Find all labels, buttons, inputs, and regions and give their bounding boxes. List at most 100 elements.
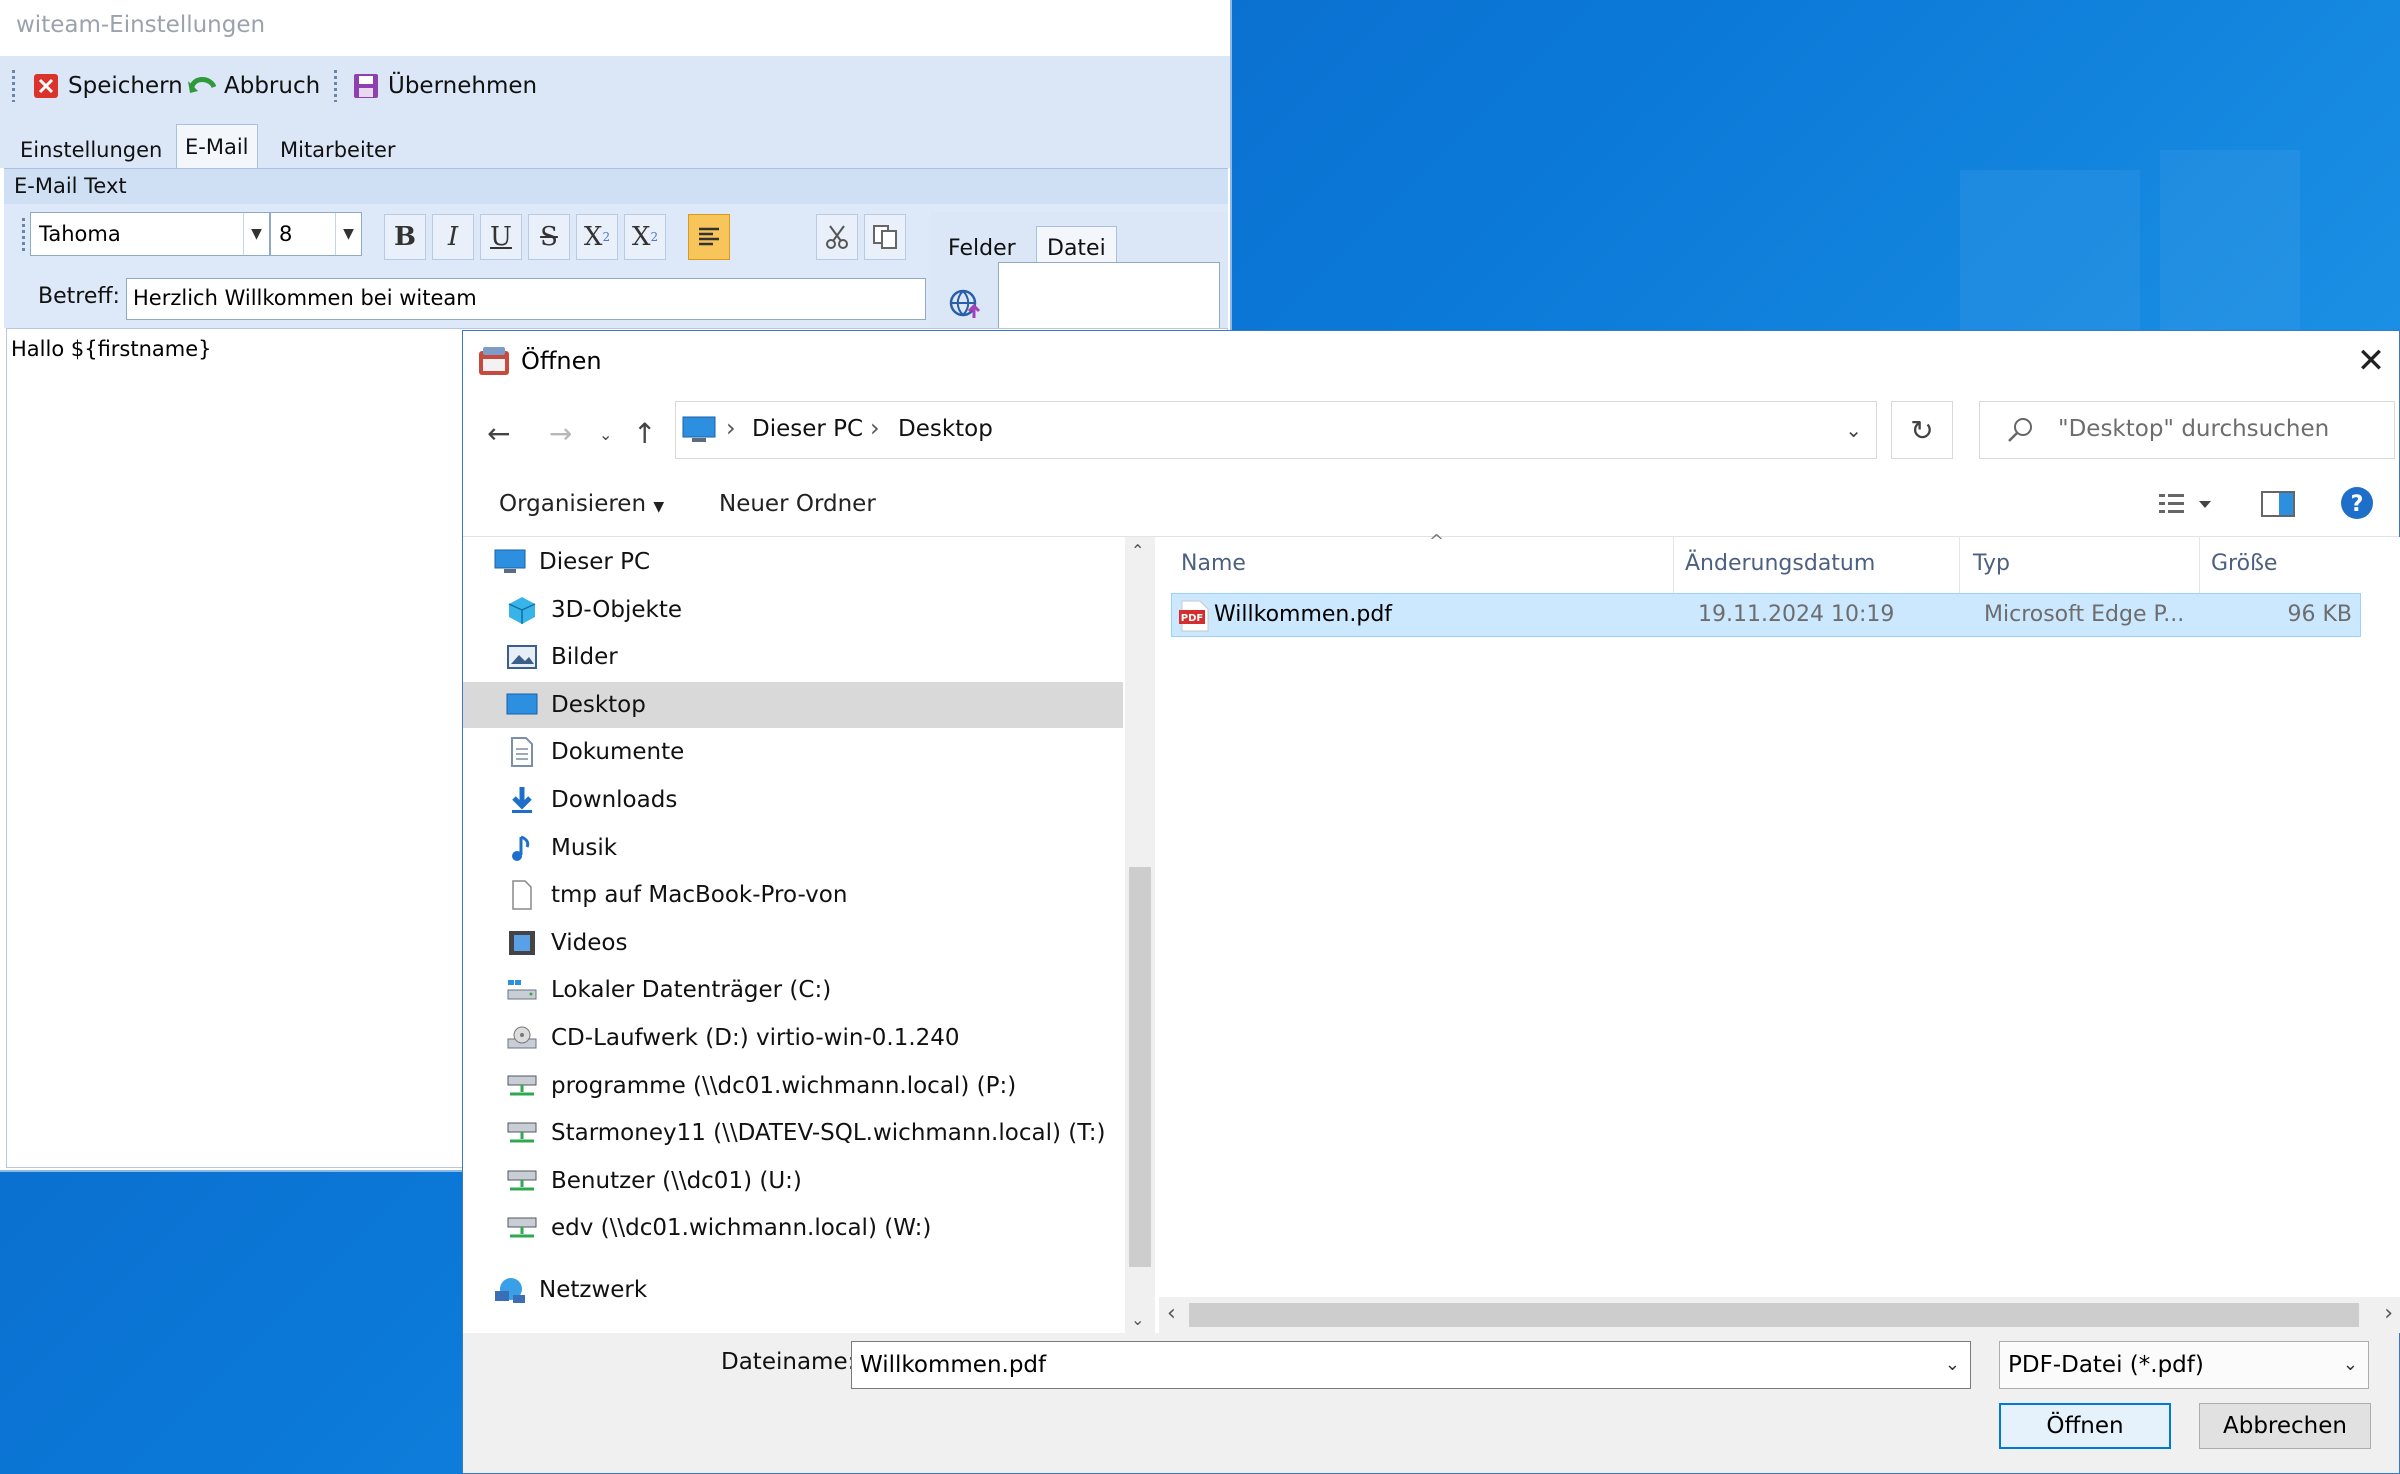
column-header-type[interactable]: Typ <box>1973 551 2010 576</box>
underline-label: U <box>490 222 512 252</box>
window-title: witeam-Einstellungen <box>16 12 266 38</box>
column-divider[interactable] <box>2199 537 2200 595</box>
cancel-button[interactable]: Abbruch <box>188 68 320 104</box>
preview-pane-icon[interactable] <box>2261 489 2295 523</box>
dropdown-triangle-icon: ▼ <box>653 499 665 515</box>
tree-item[interactable]: Bilder <box>463 634 1123 680</box>
tree-item[interactable]: tmp auf MacBook-Pro-von <box>463 872 1123 918</box>
breadcrumb-desktop[interactable]: Desktop <box>898 416 993 442</box>
videos-icon <box>505 928 539 958</box>
subscript-button[interactable]: X2 <box>576 214 618 260</box>
svg-text:PDF: PDF <box>1181 613 1203 624</box>
tree-item[interactable]: programme (\\dc01.wichmann.local) (P:) <box>463 1063 1123 1109</box>
column-header-name[interactable]: Name <box>1181 551 1246 576</box>
font-family-select[interactable]: Tahoma ▼ <box>30 212 270 256</box>
filetype-select[interactable]: PDF-Datei (*.pdf) ⌄ <box>1999 1341 2369 1389</box>
strikethrough-label: S <box>540 222 558 252</box>
tree-scrollbar-thumb[interactable] <box>1129 867 1151 1267</box>
file-size: 96 KB <box>2287 602 2352 627</box>
view-options-icon[interactable] <box>2159 491 2219 521</box>
filename-value: Willkommen.pdf <box>860 1352 1047 1378</box>
breadcrumb-chevron-icon: › <box>870 414 880 442</box>
font-size-select[interactable]: 8 ▼ <box>270 212 362 256</box>
column-divider[interactable] <box>1959 537 1960 595</box>
close-button[interactable]: ✕ <box>2349 339 2393 383</box>
scroll-left-chevron-icon[interactable]: ‹ <box>1167 1301 1176 1326</box>
breadcrumb-dieser-pc[interactable]: Dieser PC <box>752 416 863 442</box>
tree-item-label: Musik <box>551 834 618 861</box>
filename-input[interactable]: Willkommen.pdf ⌄ <box>851 1341 1971 1389</box>
organize-label: Organisieren <box>499 491 647 517</box>
cut-button[interactable] <box>816 214 858 260</box>
tree-item[interactable]: Downloads <box>463 777 1123 823</box>
breadcrumb-chevron-icon: › <box>726 414 736 442</box>
tab-email[interactable]: E-Mail <box>176 124 258 168</box>
superscript-button[interactable]: X2 <box>624 214 666 260</box>
strikethrough-button[interactable]: S <box>528 214 570 260</box>
column-header-date[interactable]: Änderungsdatum <box>1685 551 1875 576</box>
tree-item[interactable]: Starmoney11 (\\DATEV-SQL.wichmann.local)… <box>463 1110 1123 1156</box>
italic-button[interactable]: I <box>432 214 474 260</box>
file-attachment-box[interactable] <box>998 262 1220 332</box>
new-folder-button[interactable]: Neuer Ordner <box>719 491 876 517</box>
save-button[interactable]: Speichern <box>32 68 183 104</box>
copy-button[interactable] <box>864 214 906 260</box>
tree-item[interactable]: Dokumente <box>463 729 1123 775</box>
chevron-down-icon[interactable]: ⌄ <box>1945 1354 1960 1375</box>
tree-item[interactable]: Desktop <box>463 681 1123 728</box>
help-icon[interactable]: ? <box>2339 485 2375 525</box>
tree-item[interactable]: CD-Laufwerk (D:) virtio-win-0.1.240 <box>463 1015 1123 1061</box>
tree-item[interactable]: Lokaler Datenträger (C:) <box>463 967 1123 1013</box>
back-arrow-icon[interactable]: ← <box>487 417 510 450</box>
tree-item[interactable]: Musik <box>463 825 1123 871</box>
tree-item-label: CD-Laufwerk (D:) virtio-win-0.1.240 <box>551 1025 960 1051</box>
organize-menu[interactable]: Organisieren ▼ <box>499 491 664 517</box>
toolbar-grip[interactable] <box>12 70 15 102</box>
tree-item[interactable]: 3D-Objekte <box>463 587 1123 633</box>
refresh-button[interactable]: ↻ <box>1891 401 1953 459</box>
column-divider[interactable] <box>1673 537 1674 595</box>
subject-input[interactable]: Herzlich Willkommen bei witeam <box>126 278 926 320</box>
hscrollbar-thumb[interactable] <box>1189 1303 2359 1327</box>
filetype-value: PDF-Datei (*.pdf) <box>2008 1352 2204 1378</box>
open-button[interactable]: Öffnen <box>1999 1403 2171 1449</box>
underline-button[interactable]: U <box>480 214 522 260</box>
scroll-right-chevron-icon[interactable]: › <box>2384 1301 2393 1326</box>
tree-item[interactable]: Netzwerk <box>463 1267 1123 1313</box>
settings-tabs: Einstellungen E-Mail Mitarbeiter <box>0 116 1230 168</box>
tree-item[interactable]: Videos <box>463 920 1123 966</box>
sort-ascending-icon: ^ <box>1429 531 1445 552</box>
bold-button[interactable]: B <box>384 214 426 260</box>
up-arrow-icon[interactable]: ↑ <box>633 417 656 450</box>
file-row[interactable]: PDF Willkommen.pdf 19.11.2024 10:19 Micr… <box>1171 593 2361 637</box>
recent-locations-chevron-icon[interactable]: ⌄ <box>599 425 612 444</box>
address-bar[interactable]: › Dieser PC › Desktop ⌄ <box>675 401 1877 459</box>
format-toolbar-grip[interactable] <box>22 218 25 254</box>
pictures-icon <box>505 642 539 672</box>
tree-scrollbar[interactable]: ⌃ ⌄ <box>1125 537 1155 1333</box>
tree-item-label: Desktop <box>551 691 646 718</box>
search-input[interactable]: "Desktop" durchsuchen <box>1979 401 2395 459</box>
tree-item[interactable]: edv (\\dc01.wichmann.local) (W:) <box>463 1205 1123 1251</box>
globe-upload-icon[interactable] <box>948 286 982 324</box>
forward-arrow-icon[interactable]: → <box>549 417 572 450</box>
tree-item[interactable]: Benutzer (\\dc01) (U:) <box>463 1158 1123 1204</box>
pc-icon <box>682 416 716 448</box>
file-list-hscrollbar[interactable]: ‹ › <box>1159 1297 2400 1333</box>
address-dropdown-chevron-icon[interactable]: ⌄ <box>1845 418 1862 442</box>
tree-item-label: Dieser PC <box>539 549 651 575</box>
scroll-down-chevron-icon[interactable]: ⌄ <box>1131 1310 1144 1329</box>
align-left-button[interactable] <box>688 214 730 260</box>
tab-mitarbeiter[interactable]: Mitarbeiter <box>272 132 404 168</box>
tree-item[interactable]: Dieser PC <box>463 539 1123 585</box>
apply-button[interactable]: Übernehmen <box>352 68 537 104</box>
copy-icon <box>873 225 897 249</box>
tab-einstellungen[interactable]: Einstellungen <box>12 132 170 168</box>
scroll-up-chevron-icon[interactable]: ⌃ <box>1131 541 1144 560</box>
column-header-size[interactable]: Größe <box>2211 551 2277 576</box>
subject-label: Betreff: <box>38 284 120 309</box>
tree-item-label: Downloads <box>551 787 678 813</box>
command-bar: Organisieren ▼ Neuer Ordner ? <box>463 471 2399 537</box>
file-date: 19.11.2024 10:19 <box>1698 602 1895 627</box>
cancel-dialog-button[interactable]: Abbrechen <box>2199 1403 2371 1449</box>
